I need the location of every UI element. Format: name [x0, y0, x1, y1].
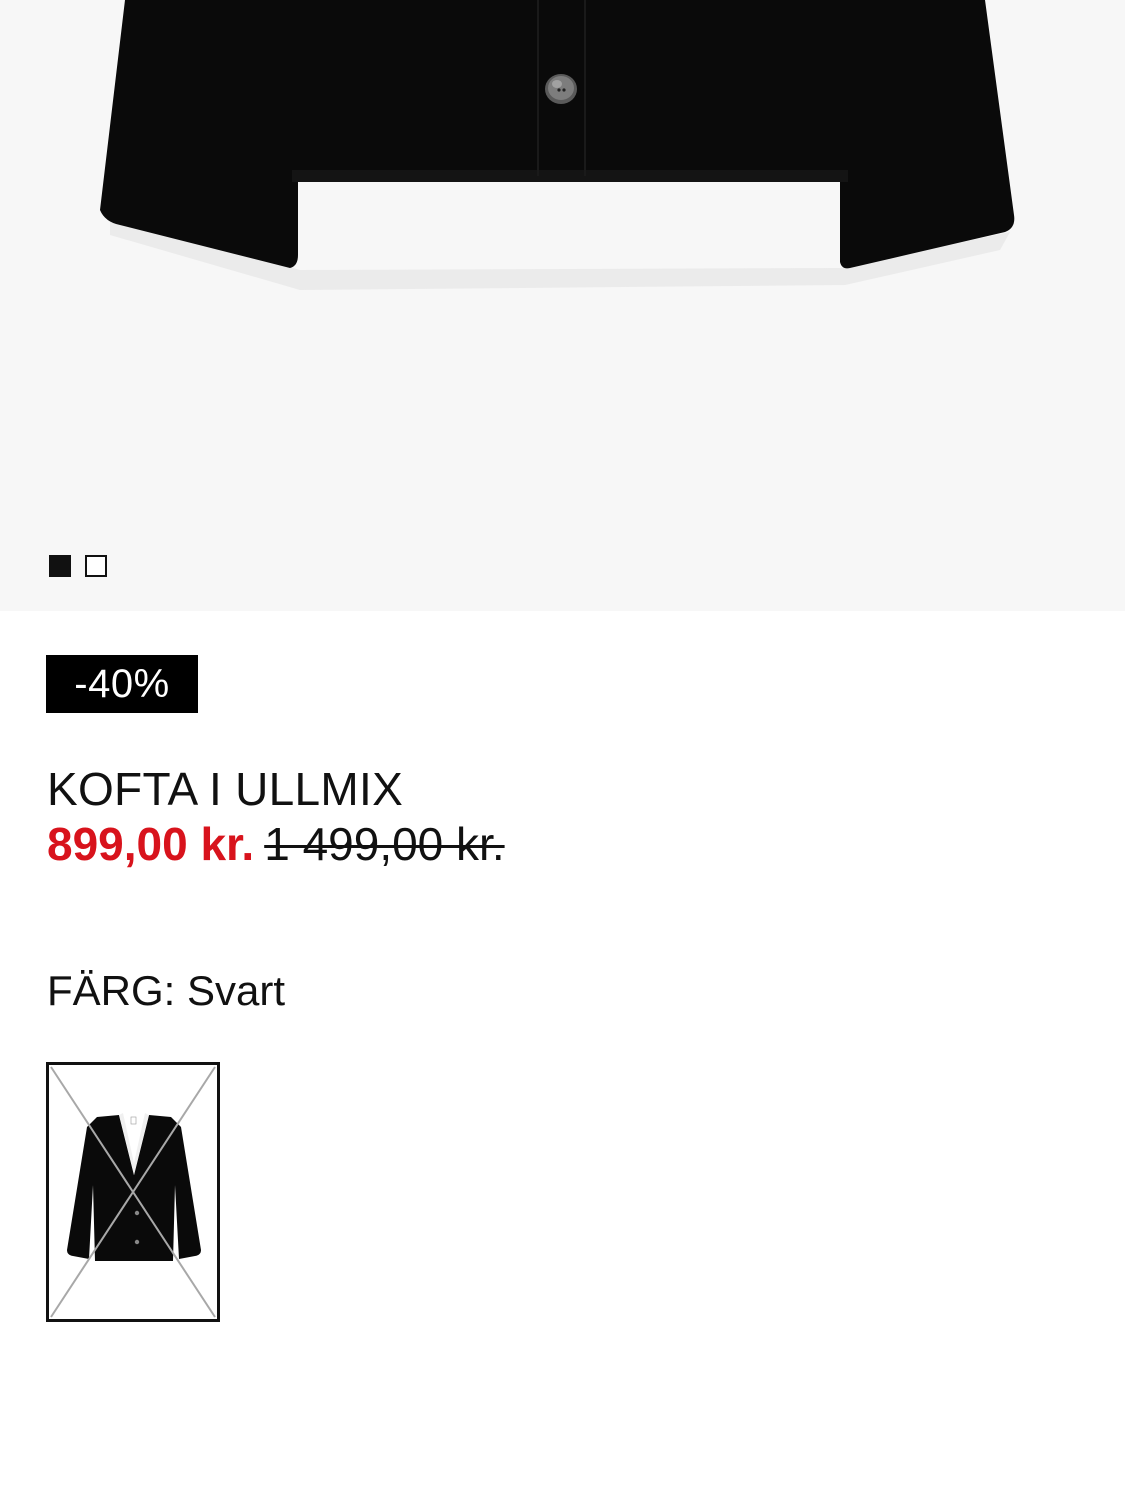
gallery-pagination [49, 555, 107, 577]
gallery-dot-1[interactable] [49, 555, 71, 577]
price-current: 899,00 kr. [47, 818, 255, 870]
color-label: FÄRG: Svart [47, 967, 286, 1014]
product-image [100, 0, 1015, 290]
color-swatch-svart[interactable] [46, 1062, 220, 1322]
gallery-dot-2[interactable] [85, 555, 107, 577]
discount-badge: -40% [46, 655, 198, 713]
product-title: KOFTA I ULLMIX [47, 763, 404, 815]
product-image-gallery[interactable] [0, 0, 1125, 611]
swatch-image [50, 1066, 216, 1318]
price-row: 899,00 kr. 1 499,00 kr. [47, 816, 505, 872]
price-original: 1 499,00 kr. [264, 818, 505, 870]
